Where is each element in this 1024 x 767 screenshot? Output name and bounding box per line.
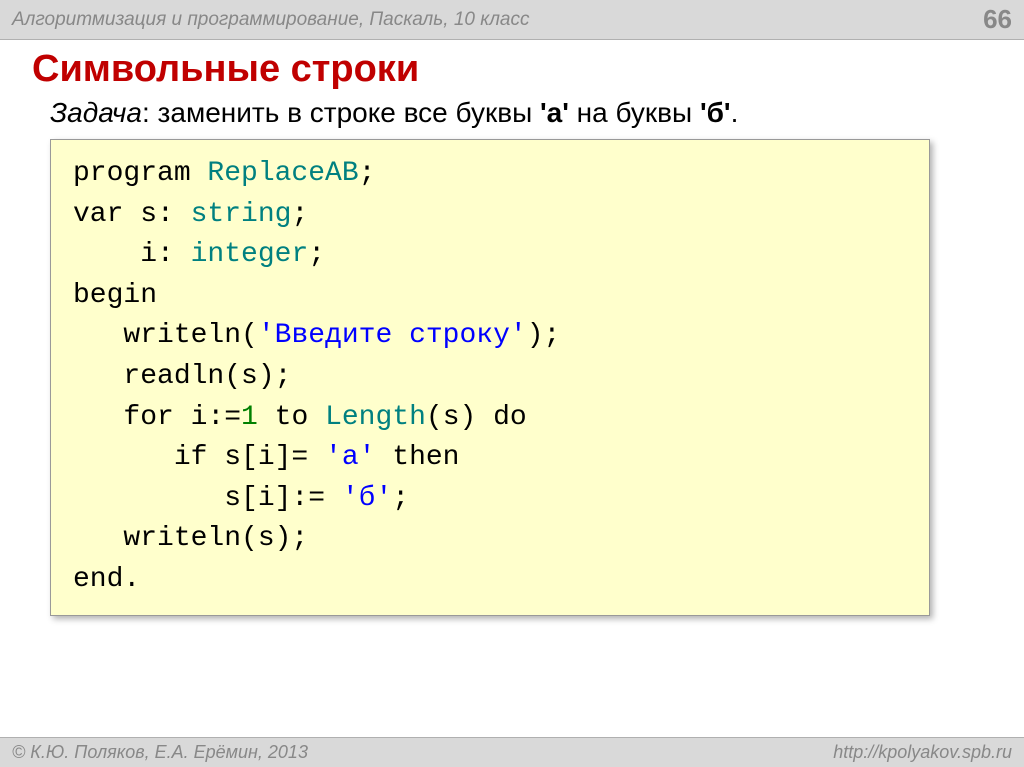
page-number: 66 xyxy=(983,4,1012,35)
task-mid: на буквы xyxy=(569,97,700,128)
footer-authors: © К.Ю. Поляков, Е.А. Ерёмин, 2013 xyxy=(12,742,308,763)
code-line-6: readln(s); xyxy=(73,357,907,398)
task-char2: 'б' xyxy=(700,97,731,128)
code-line-8: if s[i]= 'а' then xyxy=(73,438,907,479)
code-line-7: for i:=1 to Length(s) do xyxy=(73,398,907,439)
code-line-3: i: integer; xyxy=(73,235,907,276)
content-area: Символьные строки Задача: заменить в стр… xyxy=(0,40,1024,616)
code-line-1: program ReplaceAB; xyxy=(73,154,907,195)
code-line-11: end. xyxy=(73,560,907,601)
code-line-4: begin xyxy=(73,276,907,317)
task-char1: 'а' xyxy=(540,97,569,128)
footer-url: http://kpolyakov.spb.ru xyxy=(833,742,1012,763)
task-end: . xyxy=(731,97,739,128)
code-line-10: writeln(s); xyxy=(73,519,907,560)
code-line-2: var s: string; xyxy=(73,195,907,236)
task-label: Задача xyxy=(50,97,142,128)
task-description: Задача: заменить в строке все буквы 'а' … xyxy=(32,97,992,129)
header-bar: Алгоритмизация и программирование, Паска… xyxy=(0,0,1024,40)
code-line-9: s[i]:= 'б'; xyxy=(73,479,907,520)
task-text: : заменить в строке все буквы xyxy=(142,97,540,128)
code-line-5: writeln('Введите строку'); xyxy=(73,316,907,357)
code-block: program ReplaceAB; var s: string; i: int… xyxy=(50,139,930,616)
course-title: Алгоритмизация и программирование, Паска… xyxy=(12,9,530,31)
footer-bar: © К.Ю. Поляков, Е.А. Ерёмин, 2013 http:/… xyxy=(0,737,1024,767)
page-title: Символьные строки xyxy=(32,48,992,91)
